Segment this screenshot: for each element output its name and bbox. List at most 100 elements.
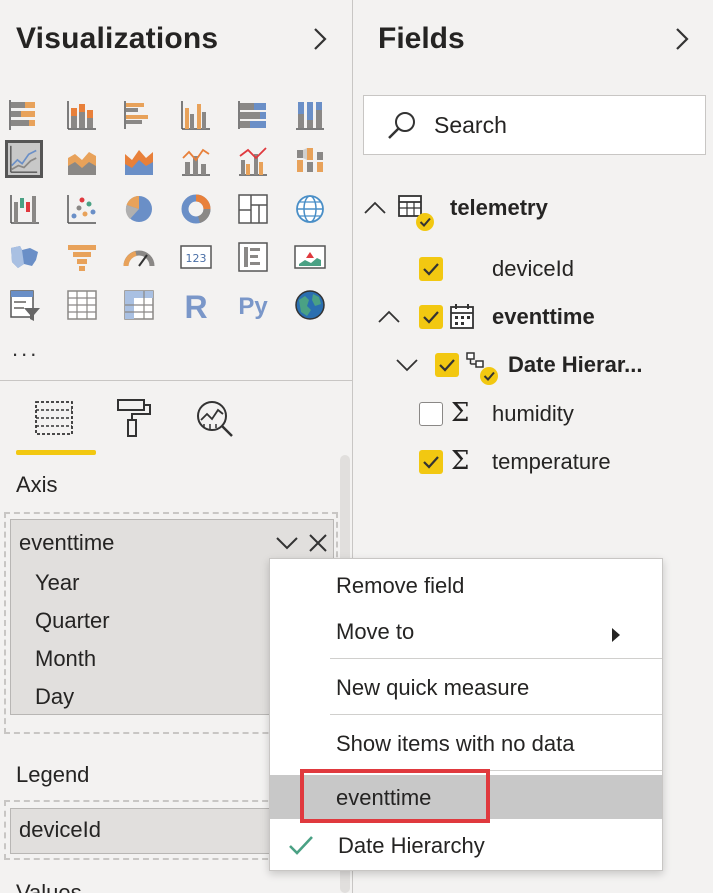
hierarchy-level-quarter[interactable]: Quarter xyxy=(35,608,110,634)
field-name-humidity: humidity xyxy=(492,401,574,426)
chevron-down-icon[interactable] xyxy=(275,532,299,554)
field-name-eventtime: eventtime xyxy=(492,304,595,329)
collapse-visualizations-chevron-icon[interactable] xyxy=(306,24,334,54)
close-icon[interactable] xyxy=(307,532,329,554)
hierarchy-level-year[interactable]: Year xyxy=(35,570,79,596)
table-checked-icon xyxy=(397,194,434,231)
menu-item-label: Show items with no data xyxy=(336,731,575,756)
fields-search-box[interactable] xyxy=(363,95,706,155)
r-visual-text: R xyxy=(184,289,207,322)
submenu-arrow-icon xyxy=(610,623,622,642)
100-percent-stacked-bar-chart-icon[interactable] xyxy=(234,96,272,134)
field-checkbox-eventtime[interactable] xyxy=(419,305,443,329)
kpi-icon[interactable] xyxy=(291,238,329,276)
100-percent-stacked-column-chart-icon[interactable] xyxy=(291,96,329,134)
field-row-humidity[interactable]: Σ humidity xyxy=(353,394,713,434)
field-checkbox-humidity[interactable] xyxy=(419,402,443,426)
python-visual-icon[interactable]: Py xyxy=(234,286,272,324)
visualizations-title: Visualizations xyxy=(16,22,219,55)
card-icon[interactable]: 123 xyxy=(177,238,215,276)
area-chart-icon[interactable] xyxy=(63,142,101,180)
field-name-date-hierarchy: Date Hierar... xyxy=(508,352,643,377)
field-checkbox-deviceid[interactable] xyxy=(419,257,443,281)
line-chart-icon[interactable] xyxy=(5,140,43,178)
slicer-icon[interactable] xyxy=(6,286,44,324)
fields-title: Fields xyxy=(378,22,465,55)
legend-well[interactable]: deviceId xyxy=(4,800,278,860)
field-row-date-hierarchy[interactable]: Date Hierar... xyxy=(353,345,713,385)
treemap-icon[interactable] xyxy=(234,190,272,228)
field-row-eventtime[interactable]: eventtime xyxy=(353,297,713,337)
sigma-icon: Σ xyxy=(451,446,470,476)
table-name: telemetry xyxy=(450,195,548,220)
menu-item-eventtime[interactable]: eventtime xyxy=(270,769,662,823)
format-paint-roller-icon[interactable] xyxy=(112,396,156,440)
line-and-clustered-column-chart-icon[interactable] xyxy=(234,142,272,180)
search-icon xyxy=(386,110,418,142)
donut-chart-icon[interactable] xyxy=(177,190,215,228)
fields-tab-icon[interactable] xyxy=(32,396,76,440)
gauge-icon[interactable] xyxy=(120,238,158,276)
active-tab-underline xyxy=(16,450,96,455)
hierarchy-level-month[interactable]: Month xyxy=(35,646,96,672)
axis-well-label: Axis xyxy=(16,472,58,497)
stacked-column-chart-icon[interactable] xyxy=(63,96,101,134)
hierarchy-level-day[interactable]: Day xyxy=(35,684,74,710)
hierarchy-checked-icon xyxy=(465,351,499,385)
card-icon-text: 123 xyxy=(186,252,207,265)
field-context-menu: Remove field Move to New quick measure S… xyxy=(269,558,663,871)
collapse-fields-chevron-icon[interactable] xyxy=(668,24,696,54)
stacked-bar-chart-icon[interactable] xyxy=(6,96,44,134)
menu-separator xyxy=(330,714,662,715)
axis-field-name: eventtime xyxy=(19,530,115,555)
menu-item-show-items-no-data[interactable]: Show items with no data xyxy=(270,721,662,765)
table-icon[interactable] xyxy=(63,286,101,324)
clustered-column-chart-icon[interactable] xyxy=(177,96,215,134)
funnel-icon[interactable] xyxy=(63,238,101,276)
matrix-icon[interactable] xyxy=(120,286,158,324)
menu-item-move-to[interactable]: Move to xyxy=(270,609,662,653)
r-visual-icon[interactable]: R xyxy=(177,286,215,324)
menu-separator xyxy=(330,658,662,659)
field-row-deviceid[interactable]: deviceId xyxy=(353,249,713,289)
clustered-bar-chart-icon[interactable] xyxy=(120,96,158,134)
menu-item-new-quick-measure[interactable]: New quick measure xyxy=(270,665,662,709)
ribbon-chart-icon[interactable] xyxy=(291,142,329,180)
line-and-stacked-column-chart-icon[interactable] xyxy=(177,142,215,180)
chevron-up-icon[interactable] xyxy=(377,307,401,327)
scatter-chart-icon[interactable] xyxy=(63,190,101,228)
waterfall-chart-icon[interactable] xyxy=(6,190,44,228)
calendar-icon xyxy=(449,302,483,336)
table-row-telemetry[interactable]: telemetry xyxy=(353,188,713,231)
map-icon[interactable] xyxy=(291,190,329,228)
sigma-icon: Σ xyxy=(451,398,470,428)
more-visuals-ellipsis[interactable]: ... xyxy=(12,336,39,362)
legend-field-chip[interactable]: deviceId xyxy=(10,808,274,854)
field-checkbox-temperature[interactable] xyxy=(419,450,443,474)
arcgis-map-icon[interactable] xyxy=(291,286,329,324)
menu-item-label: Remove field xyxy=(336,573,465,598)
field-name-temperature: temperature xyxy=(492,449,611,474)
pane-divider xyxy=(0,380,352,381)
checkmark-icon xyxy=(288,833,314,857)
field-name-deviceid: deviceId xyxy=(492,256,574,281)
menu-item-label: New quick measure xyxy=(336,675,530,700)
field-checkbox-date-hierarchy[interactable] xyxy=(435,353,459,377)
menu-item-label: Move to xyxy=(336,619,415,644)
legend-well-label: Legend xyxy=(16,762,90,787)
analytics-magnifier-icon[interactable] xyxy=(192,396,236,440)
menu-item-remove-field[interactable]: Remove field xyxy=(270,563,662,607)
chevron-up-icon[interactable] xyxy=(363,198,387,218)
python-visual-text: Py xyxy=(238,293,268,320)
legend-field-name: deviceId xyxy=(19,817,101,842)
filled-map-icon[interactable] xyxy=(6,238,44,276)
pie-chart-icon[interactable] xyxy=(120,190,158,228)
values-well-label: Values xyxy=(16,880,82,893)
menu-item-date-hierarchy[interactable]: Date Hierarchy xyxy=(270,823,662,867)
chevron-down-icon[interactable] xyxy=(395,355,419,375)
search-input[interactable] xyxy=(434,110,684,140)
highlight-annotation-box xyxy=(300,769,490,823)
field-row-temperature[interactable]: Σ temperature xyxy=(353,442,713,482)
multi-row-card-icon[interactable] xyxy=(234,238,272,276)
stacked-area-chart-icon[interactable] xyxy=(120,142,158,180)
